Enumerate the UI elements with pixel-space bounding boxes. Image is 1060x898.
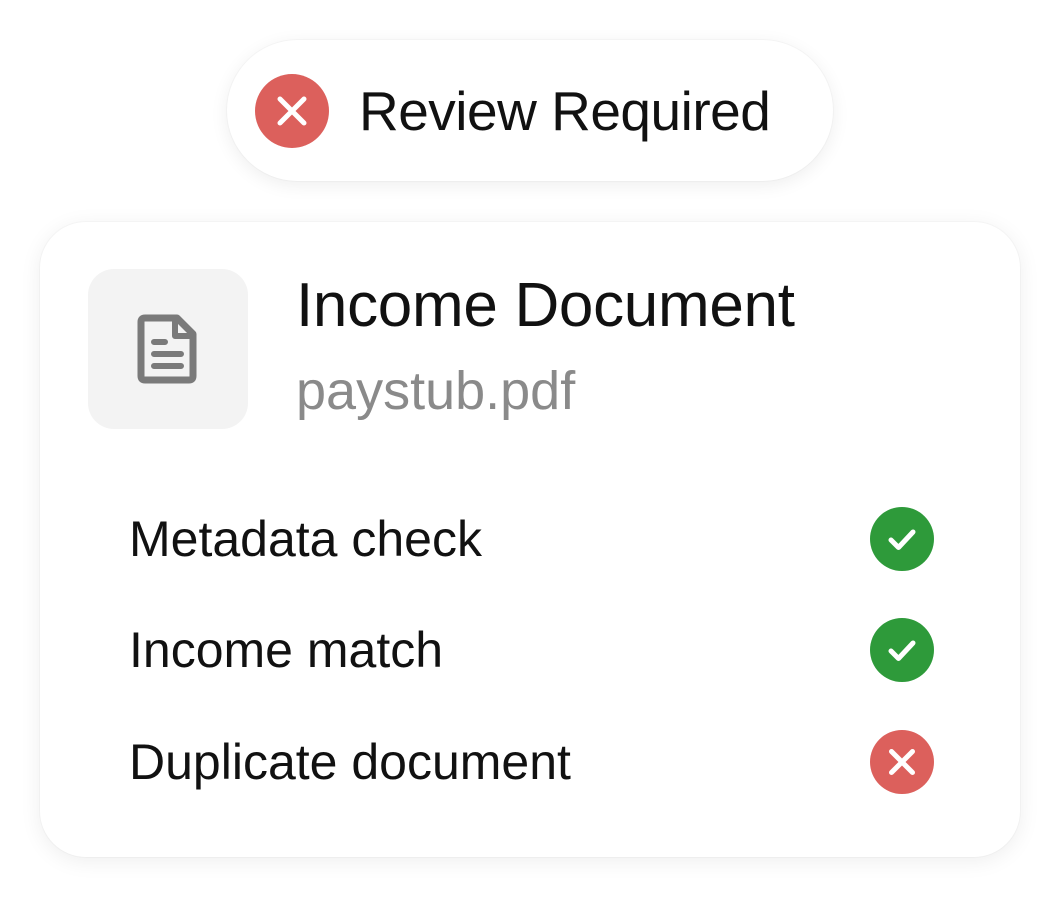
status-label: Review Required: [359, 79, 771, 142]
document-title: Income Document: [296, 271, 795, 340]
check-circle-icon: [870, 618, 934, 682]
close-circle-icon: [255, 73, 329, 148]
check-label: Metadata check: [129, 511, 482, 567]
check-label: Duplicate document: [129, 734, 571, 790]
document-icon: [137, 314, 197, 384]
status-badge: Review Required: [227, 40, 833, 181]
verification-widget: Review Required Income Document paystub.…: [0, 0, 1060, 898]
check-row-duplicate: Duplicate document: [129, 728, 934, 796]
close-circle-icon: [870, 730, 934, 794]
check-circle-icon: [870, 507, 934, 571]
document-card[interactable]: Income Document paystub.pdf Metadata che…: [40, 222, 1020, 857]
document-filename: paystub.pdf: [296, 361, 576, 421]
check-row-income: Income match: [129, 616, 934, 684]
check-row-metadata: Metadata check: [129, 505, 934, 573]
check-label: Income match: [129, 622, 444, 678]
document-thumbnail: [88, 269, 248, 429]
